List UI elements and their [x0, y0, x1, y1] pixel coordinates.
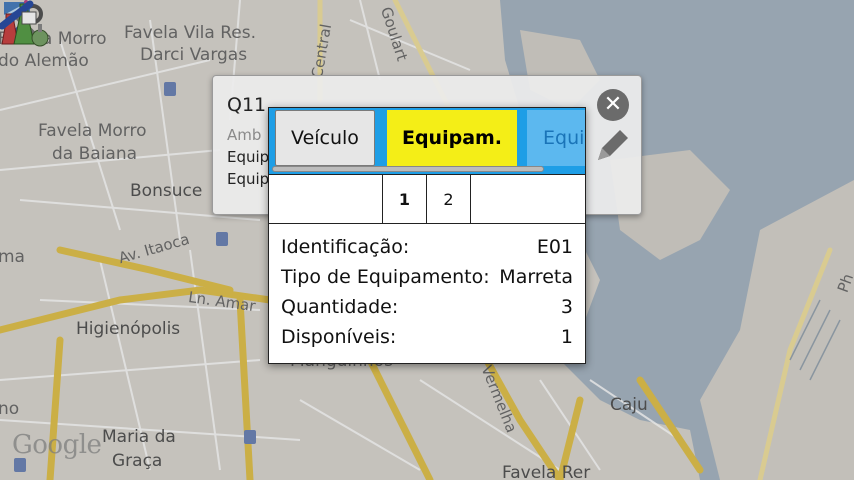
field-label: Tipo de Equipamento: — [281, 266, 490, 288]
field-row: Identificação: E01 — [281, 232, 573, 262]
close-balloon-button[interactable]: ✕ — [597, 89, 629, 121]
close-icon: ✕ — [603, 92, 623, 117]
field-row: Disponíveis: 1 — [281, 322, 573, 352]
balloon-title: Q11 — [227, 94, 267, 116]
field-row: Tipo de Equipamento: Marreta — [281, 262, 573, 292]
field-value: E01 — [536, 236, 573, 258]
page-2-button[interactable]: 2 — [427, 175, 471, 223]
tab-scrollbar[interactable] — [272, 166, 544, 172]
field-label: Quantidade: — [281, 296, 399, 318]
balloon-line: Equip — [227, 148, 270, 166]
tab-vehicle[interactable]: Veículo — [275, 110, 375, 166]
tab-bar: Veículo Equipam. Equi — [269, 108, 585, 174]
pager-spacer — [269, 175, 383, 223]
tab-equipment-next[interactable]: Equi — [527, 110, 585, 166]
field-label: Disponíveis: — [281, 326, 397, 348]
balloon-line: Equip — [227, 170, 270, 188]
field-row: Quantidade: 3 — [281, 292, 573, 322]
equipment-dialog: Veículo Equipam. Equi 1 2 Identificação:… — [268, 107, 586, 364]
page-1-button[interactable]: 1 — [383, 175, 427, 223]
pager: 1 2 — [269, 174, 585, 224]
field-label: Identificação: — [281, 236, 410, 258]
tab-equipment[interactable]: Equipam. — [387, 110, 517, 166]
field-value: 3 — [560, 296, 573, 318]
field-value: Marreta — [499, 266, 573, 288]
edit-pencil-icon[interactable] — [592, 126, 632, 166]
field-value: 1 — [560, 326, 573, 348]
balloon-line: Amb — [227, 126, 262, 144]
